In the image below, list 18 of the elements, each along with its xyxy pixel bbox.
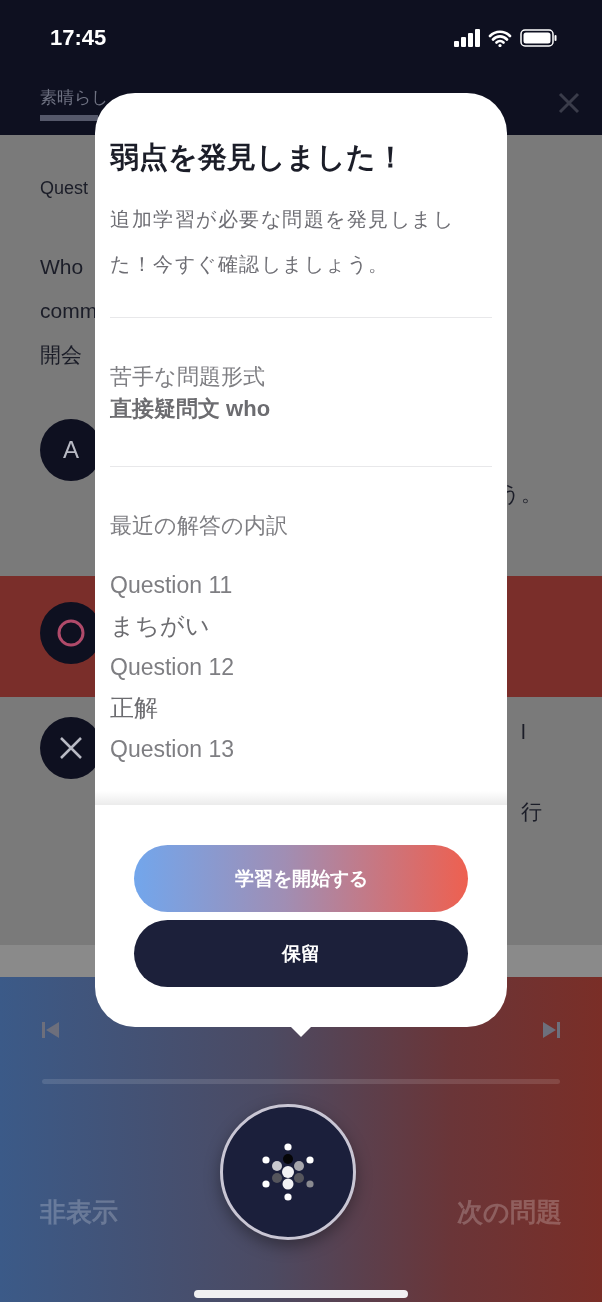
question-label: Quest [40,177,90,200]
question-text: 開会 [40,342,83,368]
answer-result: 正解 [110,693,158,723]
popup-description: 追加学習が必要な問題を発見しました！今すぐ確認しましょう。 [110,207,455,277]
section-label: 苦手な問題形式 [110,363,265,391]
question-number: Question 11 [110,571,233,600]
question-text: comm [40,298,99,324]
popup-title: 弱点を発見しました！ [110,140,406,175]
question-number: Question 12 [110,653,235,682]
section-value: 直接疑問文 who [110,395,271,423]
progress-message: 素晴らし [40,87,109,109]
answer-result: まちがい [110,611,210,641]
question-number: Question 13 [110,735,235,764]
option-text: l [521,719,527,745]
status-time: 17:45 [50,25,107,51]
option-text: 行 [521,799,542,825]
question-text: Who [40,254,85,280]
section-label: 最近の解答の内訳 [110,512,288,540]
